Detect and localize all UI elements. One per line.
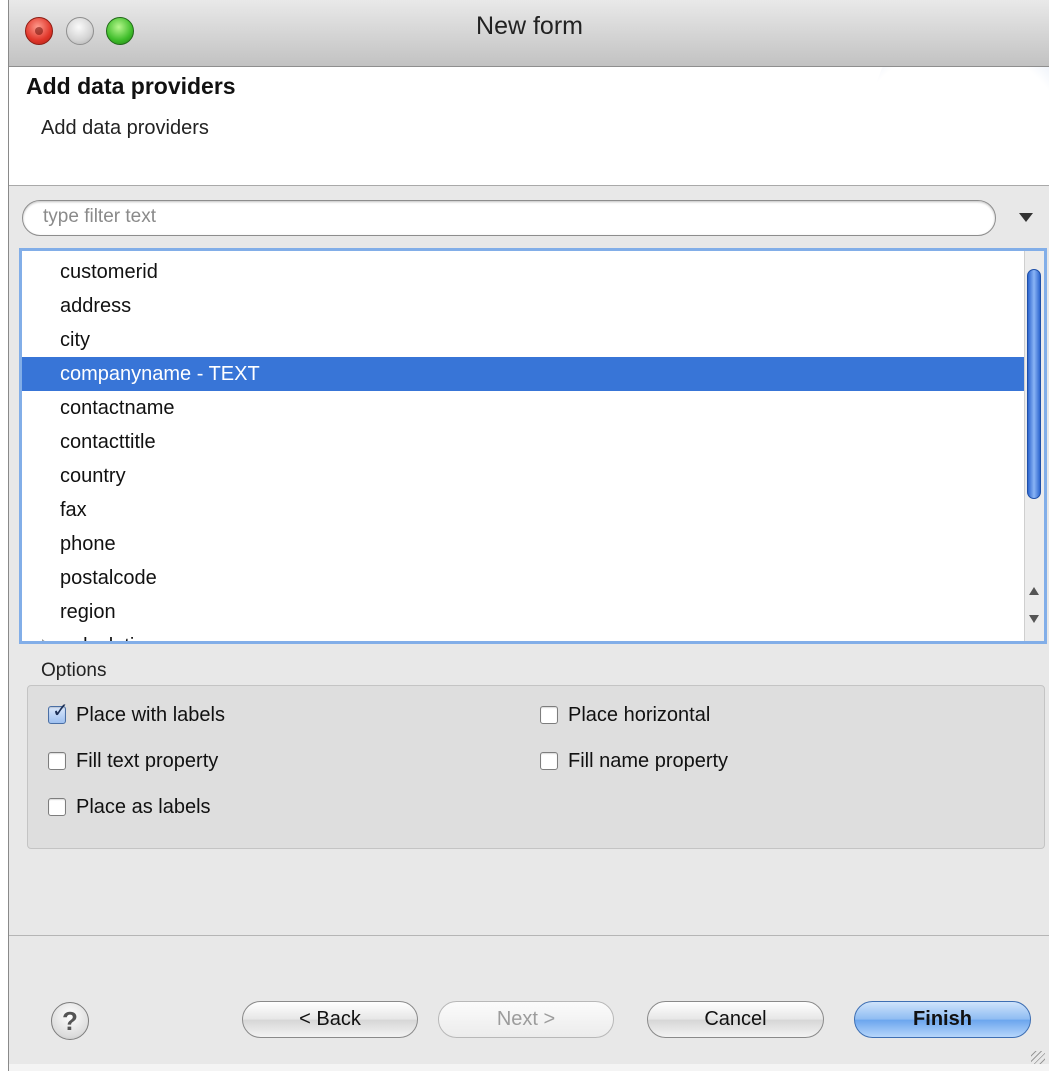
- list-item[interactable]: country: [22, 459, 1044, 493]
- tree-node-label: calculations: [62, 635, 167, 641]
- footer-separator: [9, 935, 1049, 936]
- filter-input[interactable]: type filter text: [22, 200, 996, 236]
- back-button[interactable]: < Back: [242, 1001, 418, 1038]
- fill-text-property-label: Fill text property: [76, 750, 219, 772]
- place-as-labels-label: Place as labels: [76, 796, 211, 818]
- scroll-up-arrow-icon[interactable]: [1029, 587, 1039, 595]
- place-with-labels-checkbox[interactable]: ✓: [48, 700, 69, 724]
- window-title: New form: [476, 12, 583, 40]
- new-form-dialog: New form Add data providers Add data pro…: [8, 0, 1049, 1071]
- list-item[interactable]: region: [22, 595, 1044, 629]
- fill-name-property-label: Fill name property: [568, 750, 729, 772]
- list-item[interactable]: phone: [22, 527, 1044, 561]
- scroll-down-arrow-icon[interactable]: [1029, 615, 1039, 623]
- list-item[interactable]: contactname: [22, 391, 1044, 425]
- fill-text-property-checkbox[interactable]: [48, 752, 66, 770]
- list-item[interactable]: fax: [22, 493, 1044, 527]
- list-item-selected[interactable]: companyname - TEXT: [22, 357, 1025, 391]
- data-provider-list[interactable]: customerid address city companyname - TE…: [19, 248, 1047, 644]
- filter-menu-chevron-down-icon[interactable]: [1019, 213, 1033, 222]
- fill-name-property-checkbox[interactable]: [540, 752, 558, 770]
- list-item[interactable]: customerid: [22, 255, 1044, 289]
- place-as-labels-checkbox[interactable]: [48, 798, 66, 816]
- header-decoration: [870, 67, 1049, 185]
- vertical-scrollbar[interactable]: [1024, 251, 1044, 641]
- scrollbar-thumb[interactable]: [1027, 269, 1041, 499]
- list-item[interactable]: address: [22, 289, 1044, 323]
- page-title: Add data providers: [26, 73, 236, 99]
- place-horizontal-label: Place horizontal: [568, 704, 711, 726]
- window-bottom-edge: [9, 1064, 1049, 1071]
- page-description: Add data providers: [41, 117, 209, 139]
- finish-button[interactable]: Finish: [854, 1001, 1031, 1038]
- tree-node-calculations[interactable]: calculations: [22, 629, 1044, 641]
- title-bar[interactable]: New form: [9, 0, 1049, 67]
- resize-grip-icon[interactable]: [1031, 1051, 1045, 1065]
- options-group-label: Options: [41, 660, 107, 681]
- options-group: ✓ Place with labels Place horizontal Fil…: [27, 685, 1045, 849]
- expand-triangle-icon[interactable]: [42, 639, 51, 641]
- list-item[interactable]: contacttitle: [22, 425, 1044, 459]
- place-with-labels-label: Place with labels: [76, 704, 225, 726]
- help-button[interactable]: ?: [51, 1002, 89, 1040]
- list-item[interactable]: postalcode: [22, 561, 1044, 595]
- place-horizontal-checkbox[interactable]: [540, 706, 558, 724]
- cancel-button[interactable]: Cancel: [647, 1001, 824, 1038]
- checkmark-icon: ✓: [52, 698, 69, 722]
- next-button[interactable]: Next >: [438, 1001, 614, 1038]
- wizard-header: Add data providers Add data providers: [9, 67, 1049, 186]
- list-item[interactable]: city: [22, 323, 1044, 357]
